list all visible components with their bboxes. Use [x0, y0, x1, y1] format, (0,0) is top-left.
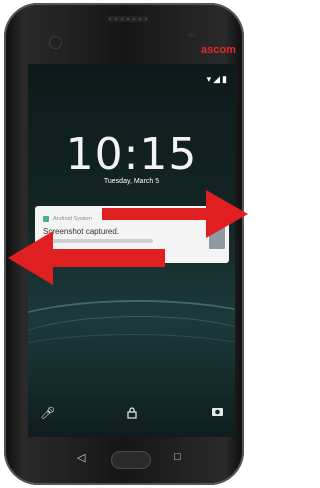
swipe-left-arrow	[8, 231, 165, 285]
annotation-arrows	[8, 190, 248, 285]
swipe-right-arrow	[102, 190, 248, 238]
